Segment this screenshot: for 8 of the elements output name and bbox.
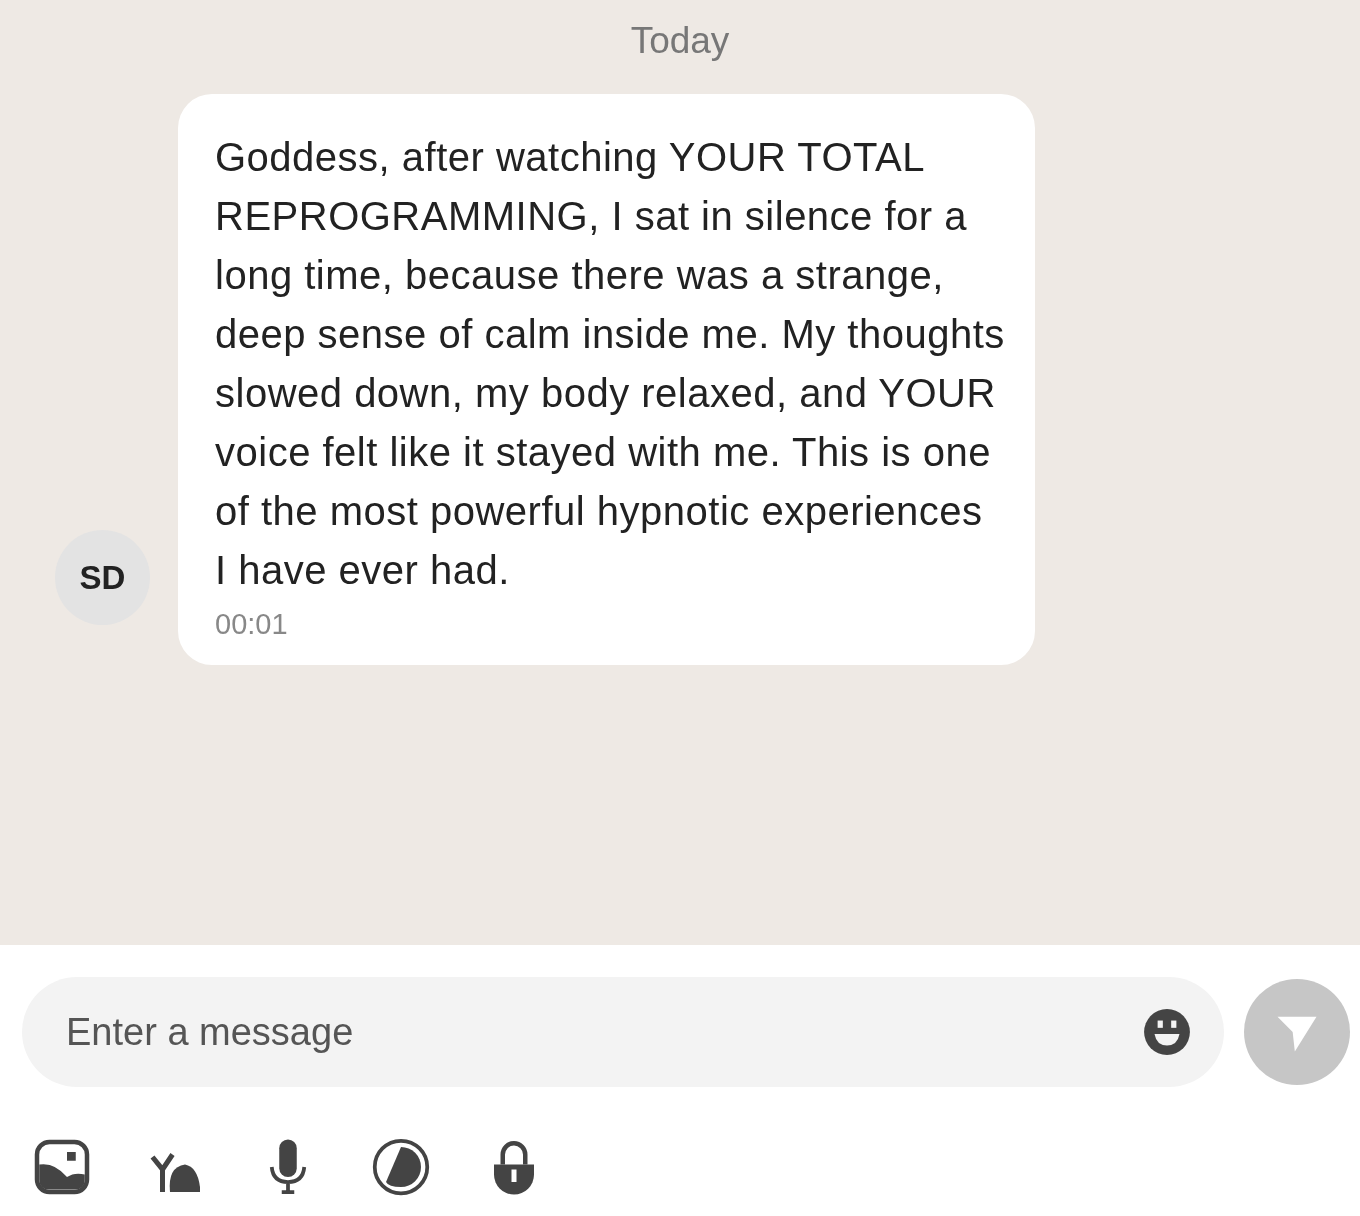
date-divider: Today	[630, 20, 730, 62]
image-icon[interactable]	[32, 1137, 92, 1197]
message-text: Goddess, after watching YOUR TOTAL REPROGRAMMING, I sat in silence for a long time, because there was a strange, deep sense of calm inside me. My thoughts slowed down, my body relaxed, and YOUR voice felt like it stayed with me. This is one of the most powerful hypnotic experiences I have ever had.	[215, 134, 1005, 594]
timer-icon[interactable]	[371, 1137, 431, 1197]
message-input[interactable]: Enter a message	[22, 977, 1224, 1087]
avatar: SD	[55, 530, 150, 625]
emoji-icon[interactable]	[1142, 1007, 1192, 1057]
message-time: 00:01	[215, 608, 288, 641]
